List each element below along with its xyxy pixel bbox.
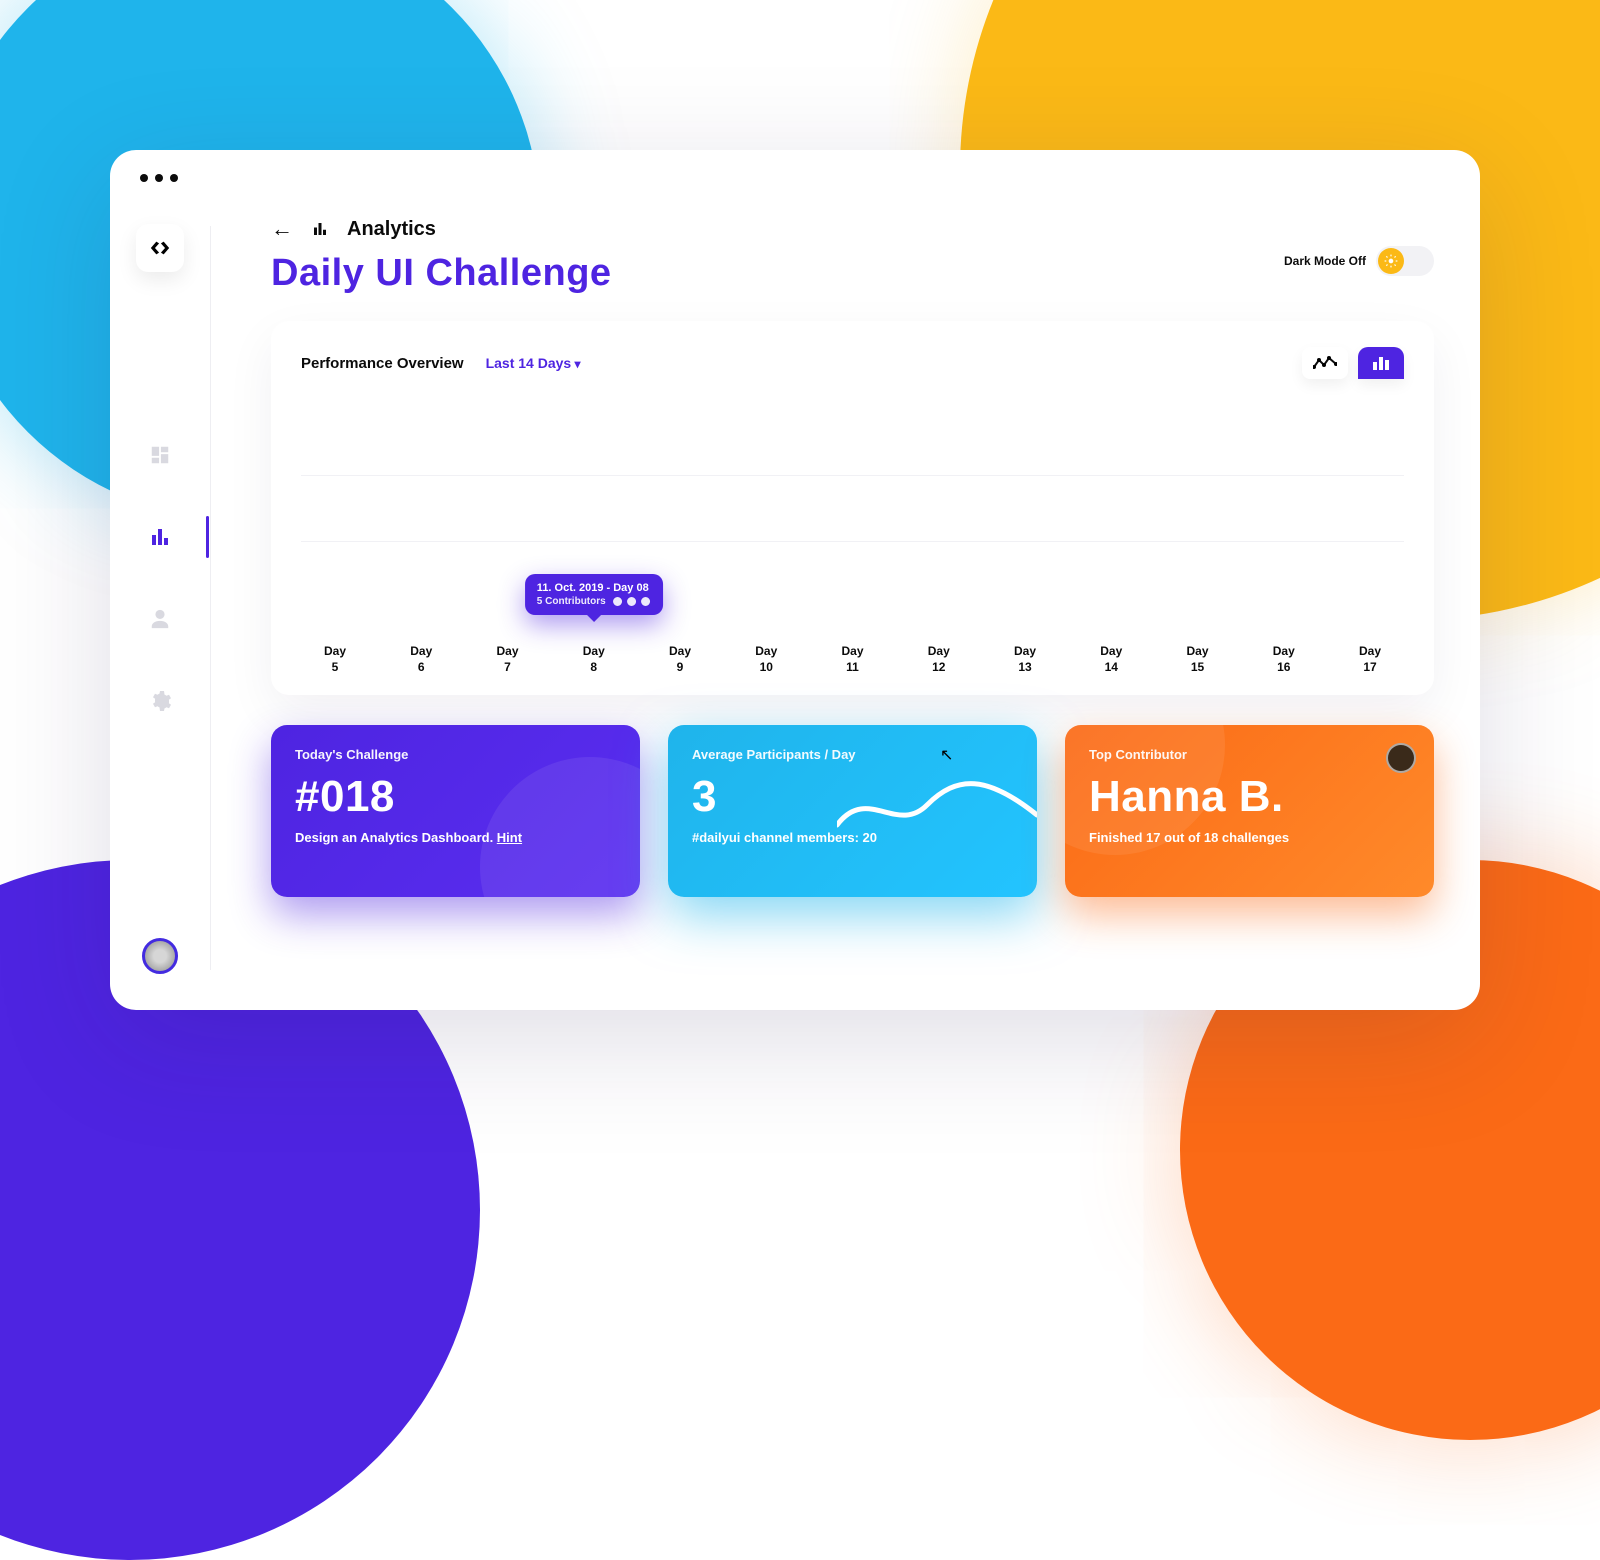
chart-title: Performance Overview (301, 355, 464, 372)
nav-settings[interactable] (147, 688, 173, 714)
chart-x-label: Day14 (1085, 643, 1137, 675)
gear-icon (148, 689, 172, 713)
app-window: ← Analytics Daily UI Challenge Dark Mode… (110, 150, 1480, 1010)
back-button[interactable]: ← (271, 216, 293, 242)
chart-x-label: Day7 (482, 643, 534, 675)
nav-profile[interactable] (147, 606, 173, 632)
top-contributor-card[interactable]: Top Contributor Hanna B. Finished 17 out… (1065, 725, 1434, 897)
nav-dashboard[interactable] (147, 442, 173, 468)
chart-range-dropdown[interactable]: Last 14 Days (486, 355, 581, 371)
sun-icon (1378, 248, 1404, 274)
chart-x-label: Day8 (568, 643, 620, 675)
card-eyebrow: Top Contributor (1089, 747, 1410, 762)
bar-chart-icon (311, 220, 329, 238)
chart-x-label: Day15 (1172, 643, 1224, 675)
performance-chart-card: Performance Overview Last 14 Days (271, 321, 1434, 695)
chart-x-label: Day9 (654, 643, 706, 675)
chart-x-label: Day16 (1258, 643, 1310, 675)
breadcrumb-label: Analytics (347, 218, 436, 241)
dark-mode-label: Dark Mode Off (1284, 254, 1366, 268)
chart-x-label: Day17 (1344, 643, 1396, 675)
card-footer: Design an Analytics Dashboard. Hint (295, 830, 616, 845)
chart-x-label: Day5 (309, 643, 361, 675)
line-chart-icon (1313, 356, 1337, 370)
page-title: Daily UI Challenge (271, 252, 612, 295)
chart-x-label: Day6 (395, 643, 447, 675)
chart-type-bar-button[interactable] (1358, 347, 1404, 379)
avg-participants-card[interactable]: Average Participants / Day 3 #dailyui ch… (668, 725, 1037, 897)
chart-x-label: Day12 (913, 643, 965, 675)
sparkline-icon (837, 765, 1037, 845)
chart-x-label: Day10 (740, 643, 792, 675)
dark-mode-toggle[interactable]: Dark Mode Off (1284, 246, 1434, 276)
main-content: ← Analytics Daily UI Challenge Dark Mode… (211, 176, 1480, 1010)
chart-plot-area: 11. Oct. 2019 - Day 085 Contributors (301, 409, 1404, 629)
summary-cards-row: Today's Challenge #018 Design an Analyti… (271, 725, 1434, 897)
nav-analytics[interactable] (147, 524, 173, 550)
bar-chart-icon (148, 525, 172, 549)
hint-link[interactable]: Hint (497, 830, 522, 845)
card-footer: Finished 17 out of 18 challenges (1089, 830, 1410, 845)
user-avatar[interactable] (142, 938, 178, 974)
challenge-number: #018 (295, 772, 616, 822)
sidebar (110, 176, 210, 1010)
card-eyebrow: Today's Challenge (295, 747, 616, 762)
top-contributor-name: Hanna B. (1089, 772, 1410, 822)
bar-chart-icon (1372, 356, 1390, 370)
chart-type-switch (1302, 347, 1404, 379)
sidebar-nav (147, 442, 173, 714)
dashboard-icon (149, 444, 171, 466)
user-icon (149, 608, 171, 630)
chart-type-line-button[interactable] (1302, 347, 1348, 379)
card-eyebrow: Average Participants / Day (692, 747, 1013, 762)
app-logo[interactable] (136, 224, 184, 272)
code-icon (149, 237, 171, 259)
chart-tooltip: 11. Oct. 2019 - Day 085 Contributors (525, 574, 663, 615)
chart-x-label: Day11 (827, 643, 879, 675)
mouse-cursor-icon: ↖ (940, 745, 953, 765)
chart-x-label: Day13 (999, 643, 1051, 675)
todays-challenge-card[interactable]: Today's Challenge #018 Design an Analyti… (271, 725, 640, 897)
